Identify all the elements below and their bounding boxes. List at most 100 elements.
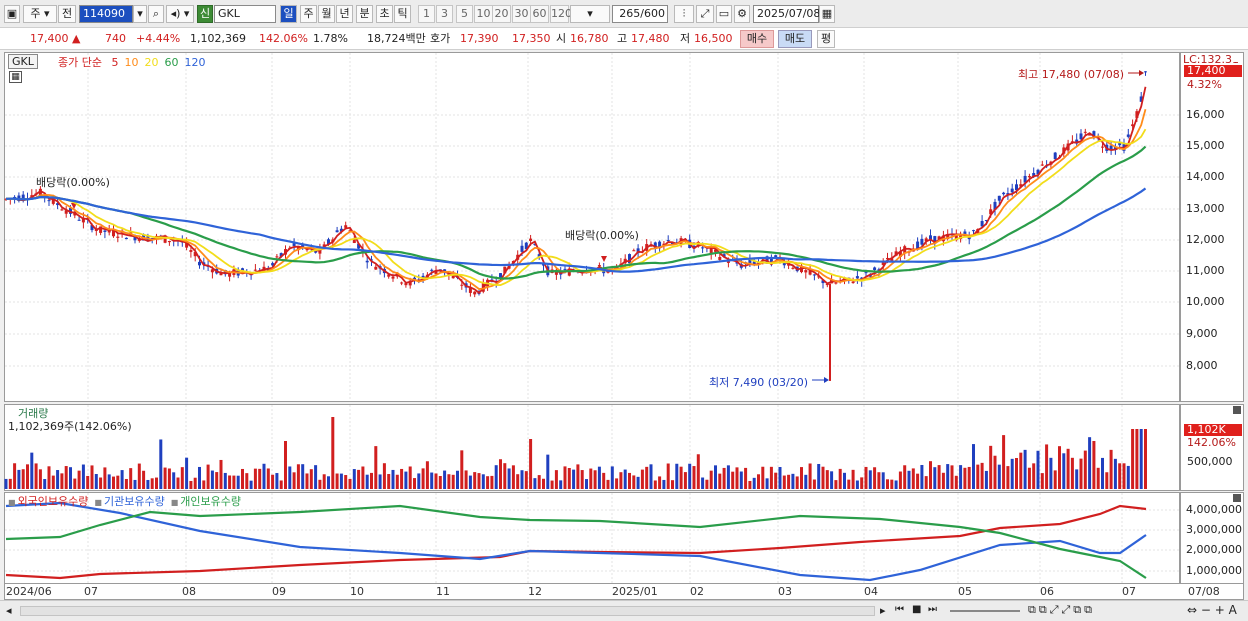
trade-amount: 18,724백만 xyxy=(367,32,426,45)
chevron-down-icon[interactable]: ▾ xyxy=(133,5,147,23)
current-pct-tag: 4.32% xyxy=(1187,78,1222,91)
scroll-left-icon[interactable]: ◂ xyxy=(6,604,12,617)
speaker-icon[interactable]: ◂) ▾ xyxy=(166,5,194,23)
ma-period-60: 60 xyxy=(164,56,179,69)
window-icon[interactable]: ▣ xyxy=(4,5,20,23)
buy-button[interactable]: 매수 xyxy=(740,30,774,48)
close-holding-icon[interactable] xyxy=(1233,494,1241,502)
period-4[interactable]: 분 xyxy=(356,5,373,23)
x-axis-label: 12 xyxy=(528,585,542,598)
ma-period-20: 20 xyxy=(144,56,159,69)
high-price: 17,480 xyxy=(631,32,670,45)
interval-3[interactable]: 10 xyxy=(474,5,493,23)
interval-6[interactable]: 60 xyxy=(530,5,549,23)
open-price: 16,780 xyxy=(570,32,609,45)
market-type-label: 주 xyxy=(30,7,41,20)
x-axis-label: 06 xyxy=(1040,585,1054,598)
interval-dropdown[interactable]: ▾ xyxy=(570,5,610,23)
period-2[interactable]: 월 xyxy=(318,5,335,23)
price-y-tick: 12,000 xyxy=(1186,233,1225,246)
period-3[interactable]: 년 xyxy=(336,5,353,23)
price-y-tick: 14,000 xyxy=(1186,170,1225,183)
volume-current-pct: 142.06% xyxy=(1187,436,1236,449)
price-axis xyxy=(1180,52,1244,402)
x-axis-label: 07/08 xyxy=(1188,585,1220,598)
current-price: 17,400 ▲ xyxy=(30,32,80,46)
stop-icon[interactable]: ■ xyxy=(912,604,921,615)
legend-box-icon: ■ xyxy=(94,498,102,507)
period-6[interactable]: 틱 xyxy=(394,5,411,23)
stock-name-field[interactable]: GKL xyxy=(214,5,276,23)
tools-icon[interactable]: ⧉⧉⤢⤢⧉⧉ xyxy=(1028,603,1095,617)
price-y-tick: 8,000 xyxy=(1186,359,1218,372)
price-y-tick: 11,000 xyxy=(1186,264,1225,277)
dividend-label-2: 배당락(0.00%) xyxy=(565,229,639,242)
ma-period-120: 120 xyxy=(184,56,206,69)
first-icon[interactable]: ⏮ xyxy=(895,604,904,615)
current-price-value: 17,400 xyxy=(30,32,69,45)
interval-0[interactable]: 1 xyxy=(418,5,435,23)
ticker-badge: GKL xyxy=(8,54,38,69)
interval-7[interactable]: 120 xyxy=(550,5,572,23)
interval-2[interactable]: 5 xyxy=(456,5,473,23)
x-axis-label: 08 xyxy=(182,585,196,598)
volume: 1,102,369 xyxy=(190,32,246,45)
open-label: 시 xyxy=(556,32,567,45)
last-icon[interactable]: ⏭ xyxy=(928,604,937,615)
low-annotation: 최저 7,490 (03/20) xyxy=(709,376,809,389)
count-total: /600 xyxy=(640,7,665,20)
legend-box-icon: ■ xyxy=(8,498,16,507)
close-volume-icon[interactable] xyxy=(1233,406,1241,414)
bottom-bar: ◂ ▸ ⏮ ■ ⏭ ⧉⧉⤢⤢⧉⧉ ⇔ − + A xyxy=(0,600,1248,621)
count-value: 265 xyxy=(619,7,641,20)
ma-legend: 종가 단순 5 10 20 60 120 xyxy=(58,54,205,70)
zoom-controls-icon[interactable]: ⇔ − + A xyxy=(1187,603,1237,617)
credit-badge: 신 xyxy=(197,5,213,23)
period-0[interactable]: 일 xyxy=(280,5,297,23)
save-icon[interactable]: ▭ xyxy=(716,5,732,23)
calendar-icon[interactable]: ▦ xyxy=(819,5,835,23)
turnover: 1.78% xyxy=(313,32,348,45)
count-input[interactable]: 265/600 xyxy=(612,5,668,23)
draw-tool-icon[interactable]: ⤢ xyxy=(696,5,714,23)
chart-type-icon[interactable]: ⫶ xyxy=(674,5,694,23)
stock-code-input[interactable]: 114090 xyxy=(79,5,133,23)
scroll-right-icon[interactable]: ▸ xyxy=(880,604,886,617)
zoom-slider[interactable] xyxy=(950,610,1020,612)
holding-y-tick: 1,000,000 xyxy=(1186,564,1242,577)
low-label: 저 xyxy=(680,32,691,45)
x-axis-label: 10 xyxy=(350,585,364,598)
volume-value: 1,102,369주(142.06%) xyxy=(8,420,132,433)
dividend-label-1: 배당락(0.00%) xyxy=(36,176,110,189)
interval-5[interactable]: 30 xyxy=(512,5,531,23)
period-1[interactable]: 주 xyxy=(300,5,317,23)
interval-4[interactable]: 20 xyxy=(492,5,511,23)
period-5[interactable]: 초 xyxy=(376,5,393,23)
horizontal-scrollbar[interactable] xyxy=(20,606,875,616)
x-axis-label: 07 xyxy=(1122,585,1136,598)
market-type-select[interactable]: 주 ▾ xyxy=(23,5,57,23)
price-y-tick: 15,000 xyxy=(1186,139,1225,152)
volume-panel xyxy=(4,404,1180,491)
holding-y-tick: 4,000,000 xyxy=(1186,503,1242,516)
holding-y-tick: 2,000,000 xyxy=(1186,543,1242,556)
price-y-tick: 10,000 xyxy=(1186,295,1225,308)
grid-icon[interactable]: ▦ xyxy=(9,71,22,83)
toolbar: ▣ 주 ▾ 전 114090 ▾ ⌕ ◂) ▾ 신 GKL 일주월년분초틱 13… xyxy=(0,0,1248,28)
search-icon[interactable]: ⌕ xyxy=(148,5,164,23)
holding-legend-item: 개인보유수량 xyxy=(180,495,241,508)
prev-button[interactable]: 전 xyxy=(58,5,76,23)
interval-1[interactable]: 3 xyxy=(436,5,453,23)
holding-legend-item: 외국인보유수량 xyxy=(17,495,89,508)
close-price-icon[interactable] xyxy=(1233,54,1241,62)
gear-icon[interactable]: ⚙ xyxy=(734,5,750,23)
holding-legend-item: 기관보유수량 xyxy=(103,495,165,508)
x-axis-label: 02 xyxy=(690,585,704,598)
date-input[interactable]: 2025/07/08 xyxy=(753,5,820,23)
legend-box-icon: ■ xyxy=(170,498,179,507)
x-axis-label: 05 xyxy=(958,585,972,598)
average-button[interactable]: 평 xyxy=(817,30,835,48)
up-arrow-icon: ▲ xyxy=(72,32,81,45)
sell-button[interactable]: 매도 xyxy=(778,30,812,48)
ask-label: 호가 xyxy=(430,32,451,45)
